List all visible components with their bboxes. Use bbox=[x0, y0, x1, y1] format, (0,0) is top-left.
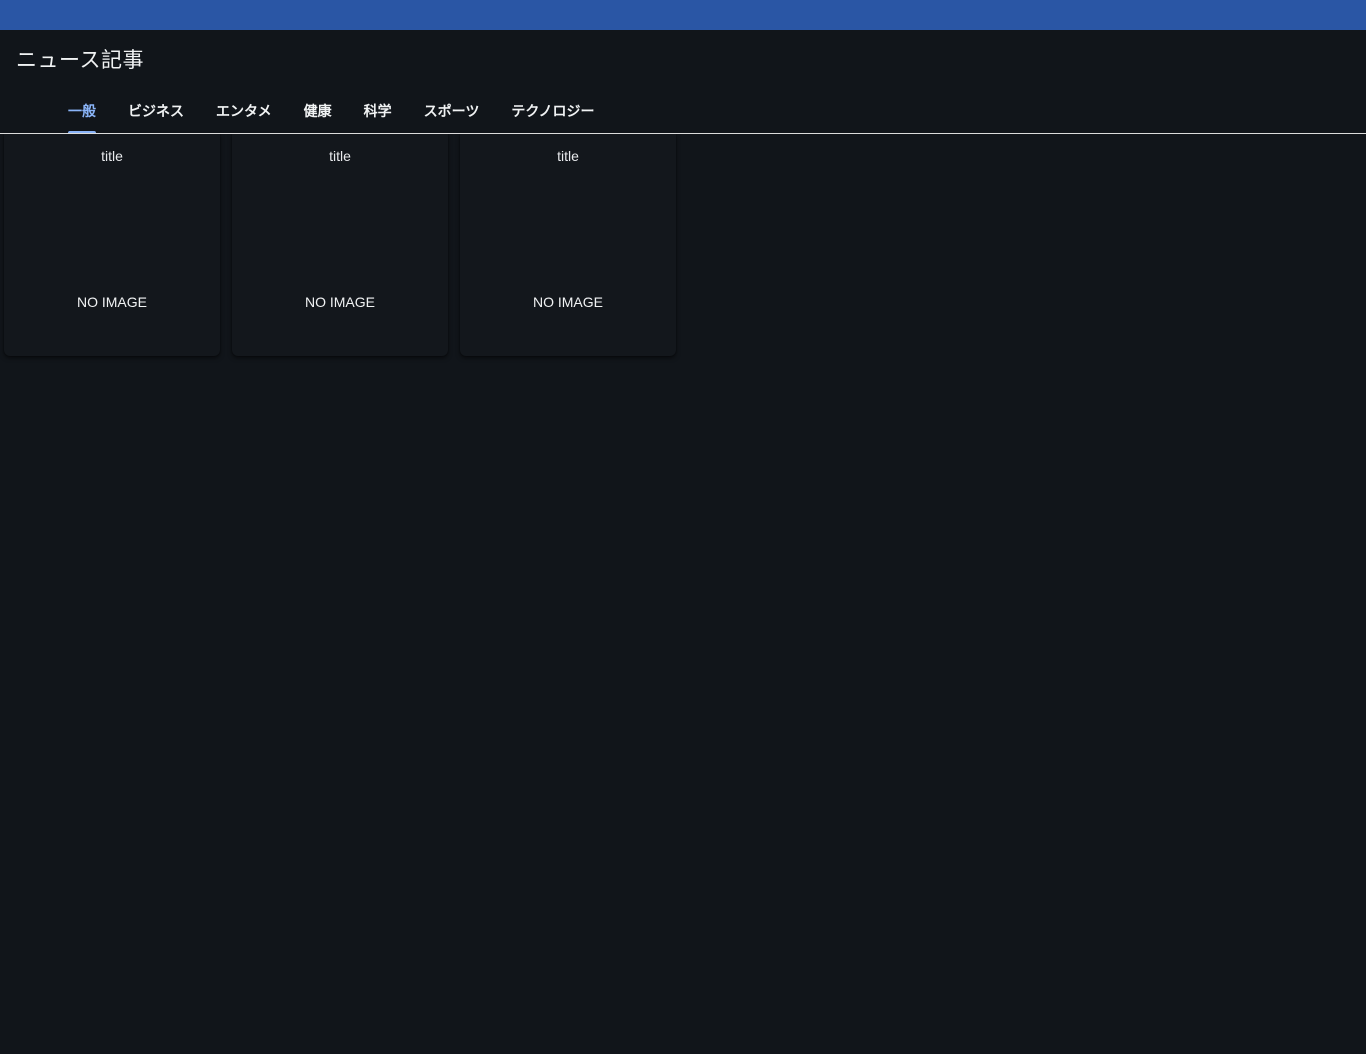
article-grid: title NO IMAGE title NO IMAGE title NO I… bbox=[0, 134, 1366, 356]
article-title: title bbox=[329, 148, 351, 164]
tab-entertainment[interactable]: エンタメ bbox=[200, 90, 288, 133]
top-app-bar bbox=[0, 0, 1366, 30]
article-card[interactable]: title NO IMAGE bbox=[232, 134, 448, 356]
article-card[interactable]: title NO IMAGE bbox=[460, 134, 676, 356]
tab-health[interactable]: 健康 bbox=[288, 90, 348, 133]
tab-general[interactable]: 一般 bbox=[52, 90, 112, 133]
page-title: ニュース記事 bbox=[16, 48, 144, 72]
article-title: title bbox=[557, 148, 579, 164]
article-title: title bbox=[101, 148, 123, 164]
category-tabs: 一般 ビジネス エンタメ 健康 科学 スポーツ テクノロジー bbox=[0, 90, 1366, 134]
article-image-placeholder: NO IMAGE bbox=[304, 294, 375, 310]
tab-technology[interactable]: テクノロジー bbox=[495, 90, 610, 133]
tab-science[interactable]: 科学 bbox=[348, 90, 408, 133]
tab-business[interactable]: ビジネス bbox=[112, 90, 200, 133]
article-card[interactable]: title NO IMAGE bbox=[4, 134, 220, 356]
article-image-placeholder: NO IMAGE bbox=[76, 294, 147, 310]
article-image-placeholder: NO IMAGE bbox=[532, 294, 603, 310]
tab-sports[interactable]: スポーツ bbox=[408, 90, 496, 133]
